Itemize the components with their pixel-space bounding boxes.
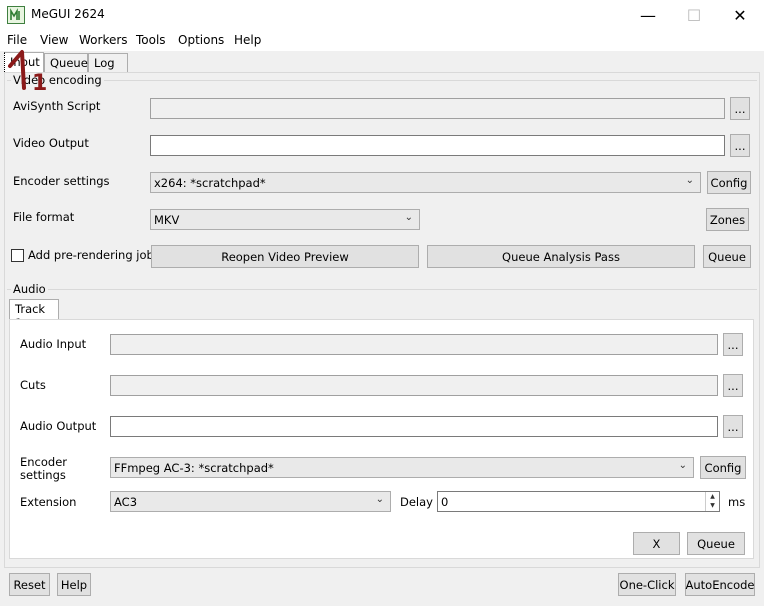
- video-encoder-select[interactable]: x264: *scratchpad* ⌄: [150, 172, 701, 193]
- tab-queue-label: Queue: [50, 56, 88, 70]
- video-group-border: [7, 80, 757, 81]
- video-output-label: Video Output: [13, 136, 89, 150]
- window-title: MeGUI 2624: [31, 7, 105, 21]
- menu-workers[interactable]: Workers: [79, 33, 128, 47]
- audio-input-field[interactable]: [110, 334, 718, 355]
- prerender-checkbox[interactable]: [11, 249, 24, 262]
- reset-button[interactable]: Reset: [9, 573, 50, 596]
- file-format-value: MKV: [154, 213, 180, 227]
- audio-encoder-select[interactable]: FFmpeg AC-3: *scratchpad* ⌄: [110, 457, 694, 478]
- spinner-arrows-icon[interactable]: ▲ ▼: [705, 492, 719, 511]
- video-queue-button[interactable]: Queue: [703, 245, 751, 268]
- queue-analysis-pass-button[interactable]: Queue Analysis Pass: [427, 245, 695, 268]
- file-format-label: File format: [13, 210, 75, 224]
- tab-log[interactable]: Log: [88, 53, 128, 72]
- menu-help[interactable]: Help: [234, 33, 261, 47]
- extension-value: AC3: [114, 495, 138, 509]
- delay-label: Delay: [400, 495, 433, 509]
- audio-remove-button[interactable]: X: [633, 532, 680, 555]
- audio-output-field[interactable]: [110, 416, 718, 437]
- annotation-label: 1.: [32, 71, 48, 96]
- video-encoder-value: x264: *scratchpad*: [154, 176, 266, 190]
- delay-value: 0: [441, 495, 449, 509]
- tab-queue[interactable]: Queue: [44, 53, 88, 72]
- audio-input-browse-button[interactable]: ...: [723, 333, 743, 356]
- cuts-browse-button[interactable]: ...: [723, 374, 743, 397]
- encoder-settings-label: Encoder settings: [13, 174, 110, 188]
- video-output-input[interactable]: [150, 135, 725, 156]
- menu-options-label: Options: [178, 33, 225, 47]
- reopen-video-preview-button[interactable]: Reopen Video Preview: [151, 245, 419, 268]
- autoencode-button[interactable]: AutoEncode: [685, 573, 755, 596]
- menu-options[interactable]: Options: [178, 33, 224, 47]
- menu-tools-label: Tools: [136, 33, 166, 47]
- zones-button[interactable]: Zones: [706, 208, 749, 231]
- file-format-select[interactable]: MKV ⌄: [150, 209, 420, 230]
- extension-label: Extension: [20, 495, 77, 509]
- audio-config-button[interactable]: Config: [700, 456, 746, 479]
- avisynth-script-label: AviSynth Script: [13, 99, 101, 113]
- audio-output-browse-button[interactable]: ...: [723, 415, 743, 438]
- tab-track-1[interactable]: Track 1: [9, 299, 59, 330]
- prerender-label: Add pre-rendering job: [28, 248, 154, 262]
- tab-log-label: Log: [94, 56, 115, 70]
- audio-queue-button[interactable]: Queue: [687, 532, 745, 555]
- video-output-browse-button[interactable]: ...: [730, 134, 750, 157]
- audio-encoder-value: FFmpeg AC-3: *scratchpad*: [114, 461, 274, 475]
- chevron-down-icon: ⌄: [685, 175, 694, 186]
- audio-track-panel: [9, 319, 754, 559]
- audio-group-border: [7, 289, 757, 290]
- extension-select[interactable]: AC3 ⌄: [110, 491, 391, 512]
- one-click-button[interactable]: One-Click: [618, 573, 676, 596]
- close-button[interactable]: ✕: [717, 0, 763, 30]
- maximize-button[interactable]: ☐: [671, 0, 717, 30]
- video-config-button[interactable]: Config: [707, 171, 751, 194]
- help-button[interactable]: Help: [57, 573, 91, 596]
- audio-encoder-label-line2: settings: [20, 468, 66, 482]
- audio-output-label: Audio Output: [20, 419, 97, 433]
- delay-stepper[interactable]: 0 ▲ ▼: [437, 491, 720, 512]
- chevron-down-icon: ⌄: [678, 460, 687, 471]
- avisynth-browse-button[interactable]: ...: [730, 97, 750, 120]
- annotation-arrow-icon: 1.: [6, 44, 56, 96]
- audio-input-label: Audio Input: [20, 337, 87, 351]
- chevron-down-icon: ⌄: [404, 212, 413, 223]
- minimize-button[interactable]: —: [625, 0, 671, 30]
- menu-workers-label: Workers: [79, 33, 128, 47]
- avisynth-script-input[interactable]: [150, 98, 725, 119]
- cuts-label: Cuts: [20, 378, 46, 392]
- chevron-down-icon: ⌄: [375, 494, 384, 505]
- megui-app-icon: [7, 6, 25, 24]
- audio-encoder-label-line1: Encoder: [20, 455, 68, 469]
- cuts-field[interactable]: [110, 375, 718, 396]
- menu-help-label: Help: [234, 33, 262, 47]
- audio-group-title: Audio: [11, 282, 48, 296]
- menu-tools[interactable]: Tools: [136, 33, 166, 47]
- delay-unit-label: ms: [728, 495, 746, 509]
